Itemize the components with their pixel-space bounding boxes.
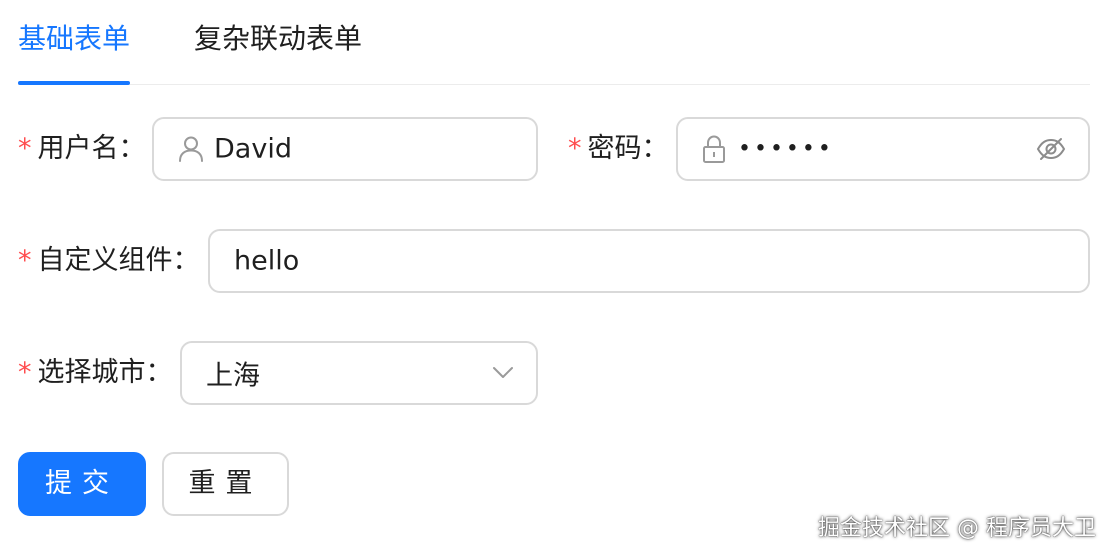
city-select-value: 上海 — [206, 360, 260, 392]
password-label-text: 密码 — [587, 133, 642, 164]
required-mark: * — [18, 245, 32, 276]
custom-component-input[interactable]: hello — [208, 229, 1090, 293]
required-mark: * — [18, 357, 32, 388]
password-value: •••••• — [738, 136, 834, 162]
username-value: David — [214, 133, 292, 165]
password-label: * 密码： — [568, 132, 669, 166]
user-icon — [179, 136, 203, 162]
colon: ： — [118, 133, 146, 164]
colon: ： — [172, 245, 200, 276]
required-mark: * — [568, 133, 582, 164]
username-label: * 用户名： — [18, 132, 146, 166]
tab-bar: 基础表单 复杂联动表单 — [18, 0, 1090, 85]
city-select[interactable]: 上海 — [180, 341, 538, 405]
watermark: 掘金技术社区 @ 程序员大卫 — [818, 516, 1096, 541]
required-mark: * — [18, 133, 32, 164]
username-input[interactable]: David — [152, 117, 538, 181]
city-select-label: * 选择城市： — [18, 356, 173, 390]
custom-component-label-text: 自定义组件 — [37, 245, 173, 276]
username-label-text: 用户名 — [37, 133, 119, 164]
colon: ： — [145, 357, 173, 388]
custom-component-value: hello — [234, 245, 300, 277]
chevron-down-icon — [493, 367, 513, 378]
active-tab-indicator — [18, 81, 130, 85]
eye-invisible-icon[interactable] — [1036, 136, 1066, 162]
reset-button[interactable]: 重置 — [162, 452, 289, 516]
colon: ： — [641, 133, 669, 164]
city-select-label-text: 选择城市 — [37, 357, 146, 388]
password-input[interactable]: •••••• — [676, 117, 1090, 181]
submit-button[interactable]: 提交 — [18, 452, 146, 516]
custom-component-label: * 自定义组件： — [18, 244, 200, 278]
lock-icon — [703, 135, 725, 163]
page: 基础表单 复杂联动表单 * 用户名： David * 密码： •••••• * 自定义… — [0, 0, 1114, 556]
tab-complex-linked-form[interactable]: 复杂联动表单 — [194, 22, 362, 56]
tab-basic-form[interactable]: 基础表单 — [18, 22, 130, 56]
